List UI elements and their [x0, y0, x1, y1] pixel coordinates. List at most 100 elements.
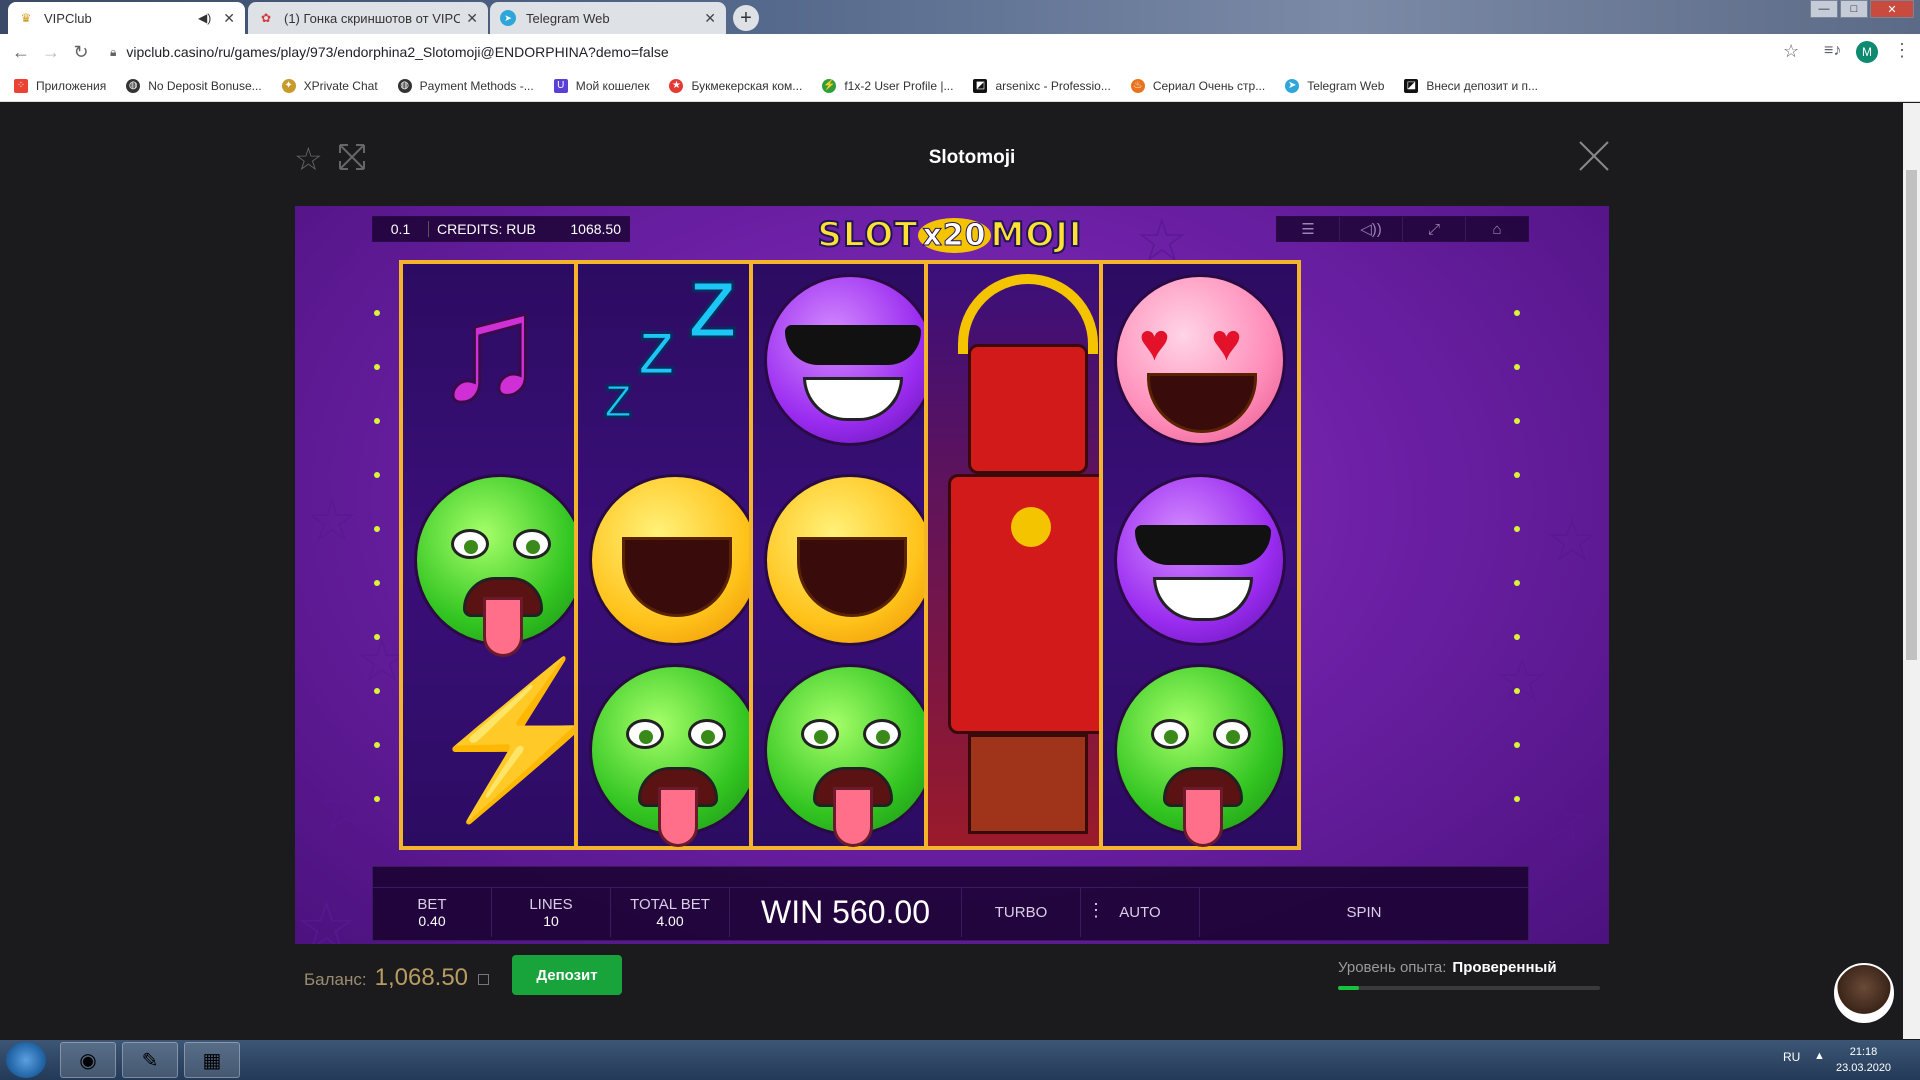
- bookmark-item[interactable]: ★ Букмекерская ком...: [669, 78, 803, 93]
- bookmark-label: Букмекерская ком...: [691, 78, 803, 93]
- bookmark-label: XPrivate Chat: [303, 78, 378, 93]
- payline-dot: [374, 796, 380, 802]
- music-note-symbol: ♫: [432, 263, 547, 431]
- bookmark-item[interactable]: ◪ Внеси депозит и п...: [1404, 78, 1539, 93]
- fullscreen-icon[interactable]: ⤢: [1403, 217, 1466, 241]
- profile-avatar[interactable]: M: [1856, 41, 1878, 63]
- language-indicator[interactable]: RU: [1783, 1050, 1800, 1064]
- experience-level: Уровень опыта: Проверенный: [1338, 959, 1557, 976]
- sound-icon[interactable]: ◁)): [1340, 217, 1403, 241]
- spin-button[interactable]: SPIN: [1200, 888, 1528, 937]
- bookmark-star-icon[interactable]: ☆: [1783, 41, 1799, 62]
- bookmark-item[interactable]: ➤ Telegram Web: [1285, 78, 1384, 93]
- bookmark-item[interactable]: ♨ Сериал Очень стр...: [1130, 78, 1265, 93]
- background-star-icon: ☆: [315, 768, 378, 846]
- close-tab-icon[interactable]: ✕: [223, 10, 235, 27]
- turbo-button[interactable]: TURBO: [962, 888, 1081, 937]
- apps-grid-icon: ⁘: [14, 78, 28, 93]
- bookmark-label: Внеси депозит и п...: [1426, 78, 1539, 93]
- xp-label: Уровень опыта:: [1338, 959, 1447, 976]
- flame-icon: ♨: [1130, 78, 1145, 93]
- background-star-icon: ☆: [1535, 787, 1589, 854]
- tab-telegram[interactable]: ➤ Telegram Web ✕: [490, 2, 726, 34]
- clock-time: 21:18: [1849, 1046, 1878, 1058]
- payline-dot: [1514, 580, 1520, 586]
- new-tab-button[interactable]: +: [733, 5, 759, 31]
- payline-dot: [374, 472, 380, 478]
- bookmark-item[interactable]: ✦ XPrivate Chat: [281, 78, 378, 93]
- bookmark-item[interactable]: ◍ No Deposit Bonuse...: [126, 78, 262, 93]
- crown-icon: ♛: [20, 11, 32, 25]
- credits-display: 0.1 CREDITS: RUB 1068.50: [372, 216, 630, 242]
- deposit-button[interactable]: Депозит: [512, 955, 622, 995]
- samurai-armor: [948, 474, 1108, 734]
- globe-icon: ◍: [397, 78, 412, 93]
- denomination[interactable]: 0.1: [373, 221, 429, 237]
- payline-dot: [374, 634, 380, 640]
- game-title: Slotomoji: [928, 147, 1016, 168]
- menu-icon[interactable]: ☰: [1277, 217, 1340, 241]
- close-tab-icon[interactable]: ✕: [704, 10, 716, 27]
- credits-label: CREDITS: RUB: [437, 221, 536, 237]
- payline-dot: [1514, 688, 1520, 694]
- close-tab-icon[interactable]: ✕: [466, 10, 478, 27]
- media-control-icon[interactable]: ≡♪: [1824, 42, 1841, 60]
- scrollbar-thumb[interactable]: [1906, 170, 1917, 660]
- samurai-helmet: [958, 274, 1098, 354]
- background-star-icon: ☆: [1545, 507, 1599, 574]
- wallet-icon: U: [553, 78, 568, 93]
- system-clock[interactable]: 21:18 23.03.2020: [1836, 1044, 1891, 1076]
- tab-title: VIPClub: [44, 10, 92, 26]
- bookmark-apps[interactable]: ⁘ Приложения: [14, 78, 106, 93]
- game-bottom-bar: BET 0.40 LINES 10 TOTAL BET 4.00 WIN 560…: [372, 866, 1529, 941]
- calculator-taskbar-icon[interactable]: ▦: [184, 1042, 240, 1078]
- bet-control[interactable]: BET 0.40: [373, 888, 492, 937]
- balance-display: Баланс: 1,068.50: [304, 964, 490, 992]
- address-bar[interactable]: 🔒︎ vipclub.casino/ru/games/play/973/endo…: [110, 40, 1800, 64]
- reel-4: [924, 260, 1126, 850]
- logo-multiplier: x20: [918, 217, 991, 253]
- start-button[interactable]: [6, 1042, 46, 1078]
- vertical-dots-icon: ⋮: [1087, 900, 1105, 920]
- background-star-icon: ☆: [1495, 647, 1549, 714]
- slot-game-canvas[interactable]: ☆ ☆ ☆ ☆ ☆ ☆ ☆ 0.1 CREDITS: RUB 1068.50 S…: [295, 206, 1609, 944]
- tab-title: (1) Гонка скриншотов от VIPClu: [284, 10, 461, 26]
- tab-title: Telegram Web: [526, 10, 610, 26]
- tab-vipclub[interactable]: ♛ VIPClub ◀) ✕: [8, 2, 245, 34]
- paint-taskbar-icon[interactable]: ✎: [122, 1042, 178, 1078]
- bookmark-item[interactable]: U Мой кошелек: [553, 78, 649, 93]
- payline-dot: [1514, 796, 1520, 802]
- bet-label: BET: [417, 896, 447, 913]
- maximize-button[interactable]: □: [1840, 0, 1868, 18]
- chrome-taskbar-icon[interactable]: ◉: [60, 1042, 116, 1078]
- support-avatar[interactable]: [1834, 963, 1894, 1023]
- menu-icon[interactable]: ⋮: [1893, 40, 1911, 61]
- total-bet-display: TOTAL BET 4.00: [611, 888, 730, 937]
- cool-face-symbol: [1114, 474, 1286, 646]
- game-logo: SLOT x20 MOJI: [805, 210, 1095, 260]
- reload-icon[interactable]: ↻: [66, 42, 96, 63]
- close-window-button[interactable]: ✕: [1870, 0, 1914, 18]
- globe-icon: ◍: [126, 78, 141, 93]
- payline-dot: [1514, 418, 1520, 424]
- background-star-icon: ☆: [305, 487, 359, 554]
- bookmark-item[interactable]: ◩ arsenixc - Professio...: [973, 78, 1111, 93]
- auto-button[interactable]: ⋮ AUTO: [1081, 888, 1200, 937]
- forward-icon[interactable]: →: [36, 42, 66, 63]
- lines-label: LINES: [529, 896, 573, 913]
- bookmark-item[interactable]: ◍ Payment Methods -...: [397, 78, 534, 93]
- lines-control[interactable]: LINES 10: [492, 888, 611, 937]
- home-icon[interactable]: ⌂: [1466, 217, 1528, 241]
- back-icon[interactable]: ←: [6, 42, 36, 63]
- speaker-icon[interactable]: ◀): [198, 11, 211, 25]
- close-icon[interactable]: [1578, 140, 1610, 172]
- tray-expand-icon[interactable]: ▲: [1814, 1050, 1825, 1062]
- reel-3: [749, 260, 951, 850]
- minimize-button[interactable]: —: [1810, 0, 1838, 18]
- spin-label: SPIN: [1346, 904, 1382, 921]
- lock-icon[interactable]: 🔒︎: [110, 45, 116, 60]
- tab-screenshot-race[interactable]: ✿ (1) Гонка скриншотов от VIPClu ✕: [248, 2, 488, 34]
- bookmark-item[interactable]: ⚡ f1x-2 User Profile |...: [822, 78, 953, 93]
- payline-dot: [374, 688, 380, 694]
- payline-dot: [374, 310, 380, 316]
